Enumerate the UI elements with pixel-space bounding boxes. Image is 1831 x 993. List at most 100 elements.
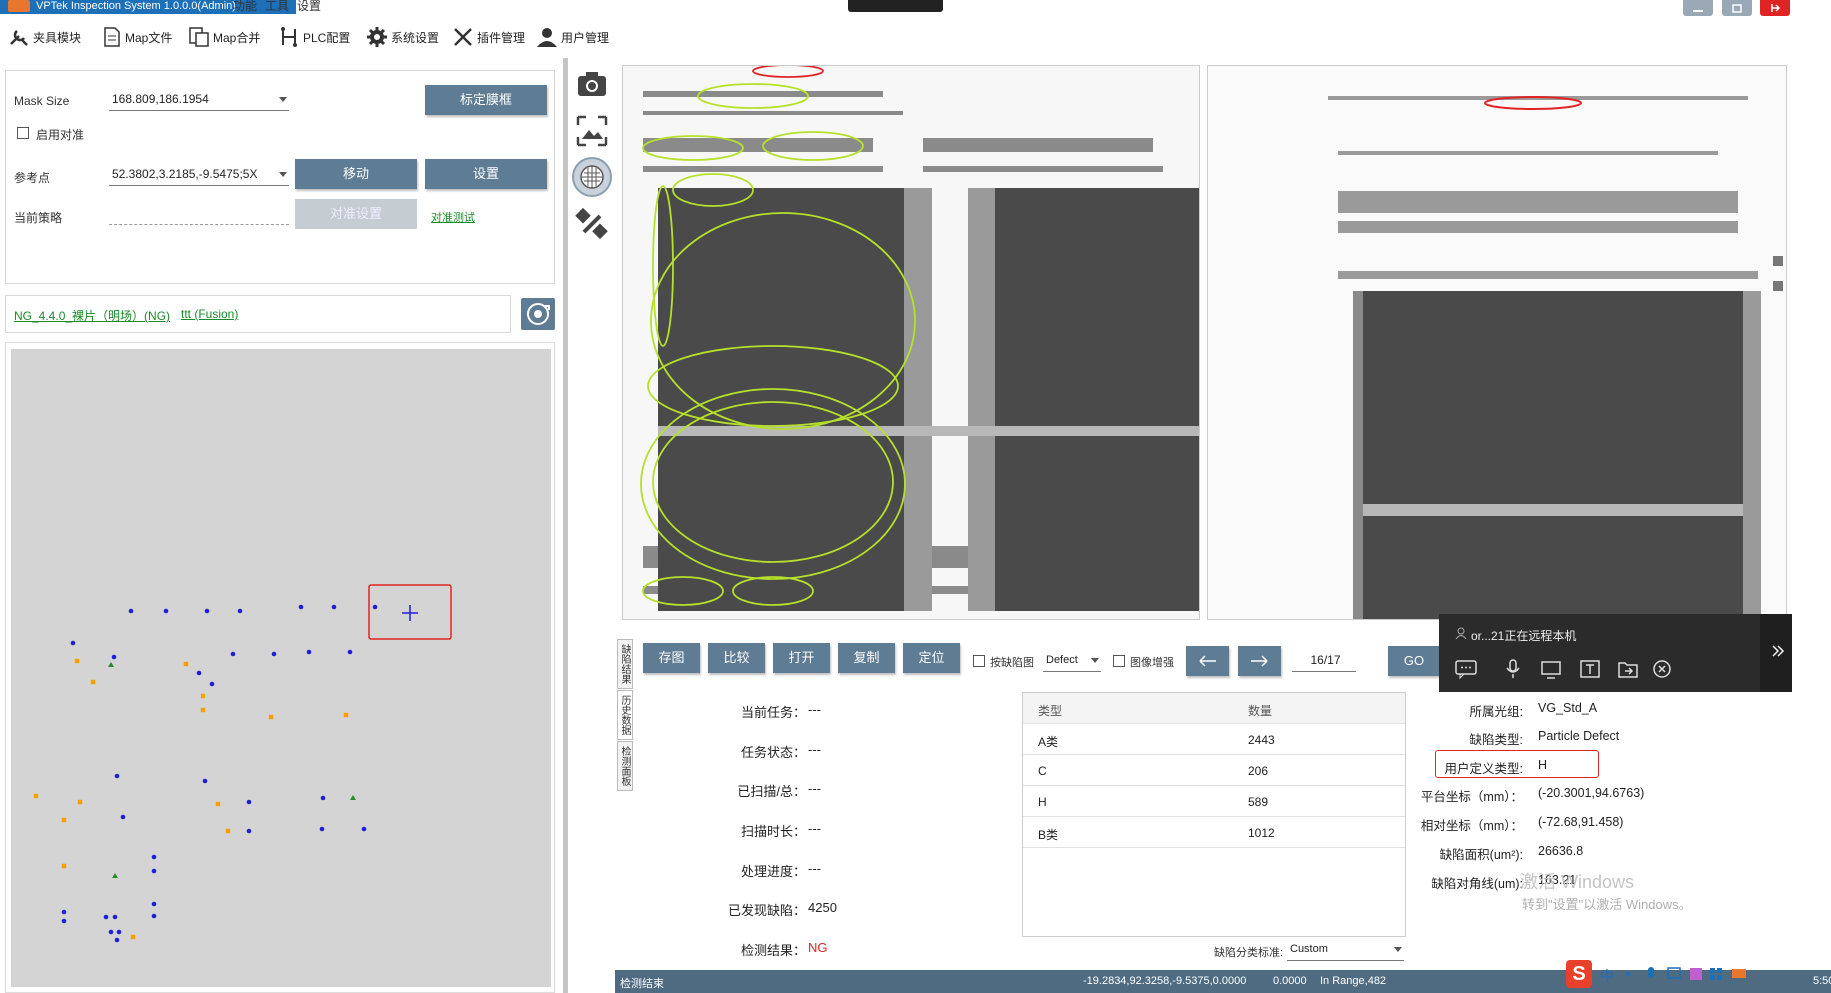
save-image-button[interactable]: 存图 xyxy=(643,643,700,673)
map-point-blue[interactable] xyxy=(111,654,117,660)
map-point-orange[interactable] xyxy=(61,817,67,823)
minimize-button[interactable] xyxy=(1683,0,1713,16)
map-point-green[interactable] xyxy=(108,662,114,667)
map-point-blue[interactable] xyxy=(61,918,67,924)
map-point-blue[interactable] xyxy=(246,828,252,834)
map-point-blue[interactable] xyxy=(230,651,236,657)
remote-control-strip[interactable] xyxy=(848,0,943,12)
map-point-blue[interactable] xyxy=(319,826,325,832)
map-point-blue[interactable] xyxy=(163,608,169,614)
align-test-link[interactable]: 对准测试 xyxy=(431,209,475,225)
maximize-button[interactable] xyxy=(1722,0,1752,16)
map-point-orange[interactable] xyxy=(343,712,349,718)
map-point-blue[interactable] xyxy=(372,604,378,610)
previous-button[interactable] xyxy=(1186,646,1229,676)
align-settings-button[interactable]: 对准设置 xyxy=(295,199,417,229)
panel-splitter[interactable] xyxy=(563,58,568,993)
file-transfer-icon[interactable] xyxy=(1616,658,1640,680)
map-point-orange[interactable] xyxy=(200,707,206,713)
sogou-logo-icon[interactable]: S xyxy=(1566,960,1592,988)
map-point-orange[interactable] xyxy=(77,799,83,805)
map-point-orange[interactable] xyxy=(200,693,206,699)
wafer-map-canvas[interactable] xyxy=(11,349,551,987)
map-point-blue[interactable] xyxy=(331,604,337,610)
map-point-orange[interactable] xyxy=(61,863,67,869)
system-settings-button[interactable]: 系统设置 xyxy=(366,24,439,50)
map-point-blue[interactable] xyxy=(151,868,157,874)
table-row[interactable]: H 589 xyxy=(1023,786,1405,817)
text-icon[interactable] xyxy=(1578,658,1602,680)
defect-select[interactable]: Defect xyxy=(1043,650,1101,672)
image-capture-button[interactable] xyxy=(572,111,612,151)
go-button[interactable]: GO xyxy=(1388,646,1440,676)
map-point-blue[interactable] xyxy=(128,608,134,614)
map-point-blue[interactable] xyxy=(70,640,76,646)
map-point-blue[interactable] xyxy=(246,799,252,805)
page-field[interactable]: 16/17 xyxy=(1292,650,1356,672)
compare-button[interactable]: 比较 xyxy=(708,643,765,673)
ref-point-combo[interactable]: 52.3802,3.2185,-9.5475;5X xyxy=(109,164,289,186)
screen-share-icon[interactable] xyxy=(1539,658,1563,680)
strategy-field[interactable] xyxy=(109,203,289,225)
map-point-orange[interactable] xyxy=(74,658,80,664)
map-file-button[interactable]: Map文件 xyxy=(102,24,172,50)
tab-defect-results[interactable]: 缺陷结果 xyxy=(617,639,633,689)
map-point-blue[interactable] xyxy=(151,913,157,919)
exit-button[interactable] xyxy=(1760,0,1790,16)
map-point-blue[interactable] xyxy=(202,778,208,784)
map-point-orange[interactable] xyxy=(183,661,189,667)
standard-select[interactable]: Custom xyxy=(1287,939,1404,961)
map-point-orange[interactable] xyxy=(130,934,136,940)
camera-button[interactable] xyxy=(572,64,612,104)
map-point-blue[interactable] xyxy=(237,608,243,614)
disconnect-icon[interactable] xyxy=(1650,658,1674,680)
plugin-management-button[interactable]: 插件管理 xyxy=(452,24,525,50)
map-point-blue[interactable] xyxy=(298,604,304,610)
refresh-recipe-button[interactable] xyxy=(521,298,555,330)
ng-recipe-link[interactable]: NG_4.4.0_裸片（明场）(NG) xyxy=(14,307,170,324)
menu-function[interactable]: 功能 xyxy=(233,0,257,14)
tab-inspection-panel[interactable]: 检测面板 xyxy=(617,741,633,791)
map-point-blue[interactable] xyxy=(114,937,120,943)
map-point-green[interactable] xyxy=(112,873,118,878)
map-point-blue[interactable] xyxy=(151,901,157,907)
ime-tools-icons[interactable] xyxy=(1620,964,1770,986)
map-point-blue[interactable] xyxy=(361,826,367,832)
map-merge-button[interactable]: Map合并 xyxy=(188,24,260,50)
map-point-blue[interactable] xyxy=(116,929,122,935)
map-point-green[interactable] xyxy=(350,795,356,800)
remote-expand-button[interactable] xyxy=(1760,614,1792,692)
set-button[interactable]: 设置 xyxy=(425,159,547,189)
enhance-checkbox[interactable] xyxy=(1113,655,1125,667)
table-row[interactable]: B类 1012 xyxy=(1023,817,1405,848)
map-point-blue[interactable] xyxy=(114,773,120,779)
map-point-blue[interactable] xyxy=(112,914,118,920)
map-point-blue[interactable] xyxy=(306,649,312,655)
microphone-icon[interactable] xyxy=(1501,658,1525,680)
map-point-blue[interactable] xyxy=(271,651,277,657)
plc-config-button[interactable]: PLC配置 xyxy=(278,24,350,50)
map-point-blue[interactable] xyxy=(209,681,215,687)
grid-view-button[interactable] xyxy=(572,157,612,197)
map-point-blue[interactable] xyxy=(347,649,353,655)
next-button[interactable] xyxy=(1238,646,1281,676)
map-point-blue[interactable] xyxy=(108,929,114,935)
map-point-blue[interactable] xyxy=(151,854,157,860)
map-point-blue[interactable] xyxy=(320,795,326,801)
map-point-blue[interactable] xyxy=(120,814,126,820)
map-point-blue[interactable] xyxy=(103,914,109,920)
defect-map-checkbox[interactable] xyxy=(973,655,985,667)
table-row[interactable]: A类 2443 xyxy=(1023,724,1405,755)
copy-button[interactable]: 复制 xyxy=(838,643,895,673)
table-row[interactable]: C 206 xyxy=(1023,755,1405,786)
map-point-blue[interactable] xyxy=(61,909,67,915)
defect-image-panel[interactable] xyxy=(1207,65,1787,620)
enable-align-checkbox[interactable] xyxy=(17,127,29,139)
fixture-module-button[interactable]: 夹具模块 xyxy=(8,24,81,50)
map-point-orange[interactable] xyxy=(215,801,221,807)
open-button[interactable]: 打开 xyxy=(773,643,830,673)
tab-history[interactable]: 历史数据 xyxy=(617,690,633,740)
fov-image-panel[interactable] xyxy=(622,65,1200,620)
ime-language[interactable]: 中 xyxy=(1600,966,1614,986)
locate-button[interactable]: 定位 xyxy=(903,643,960,673)
